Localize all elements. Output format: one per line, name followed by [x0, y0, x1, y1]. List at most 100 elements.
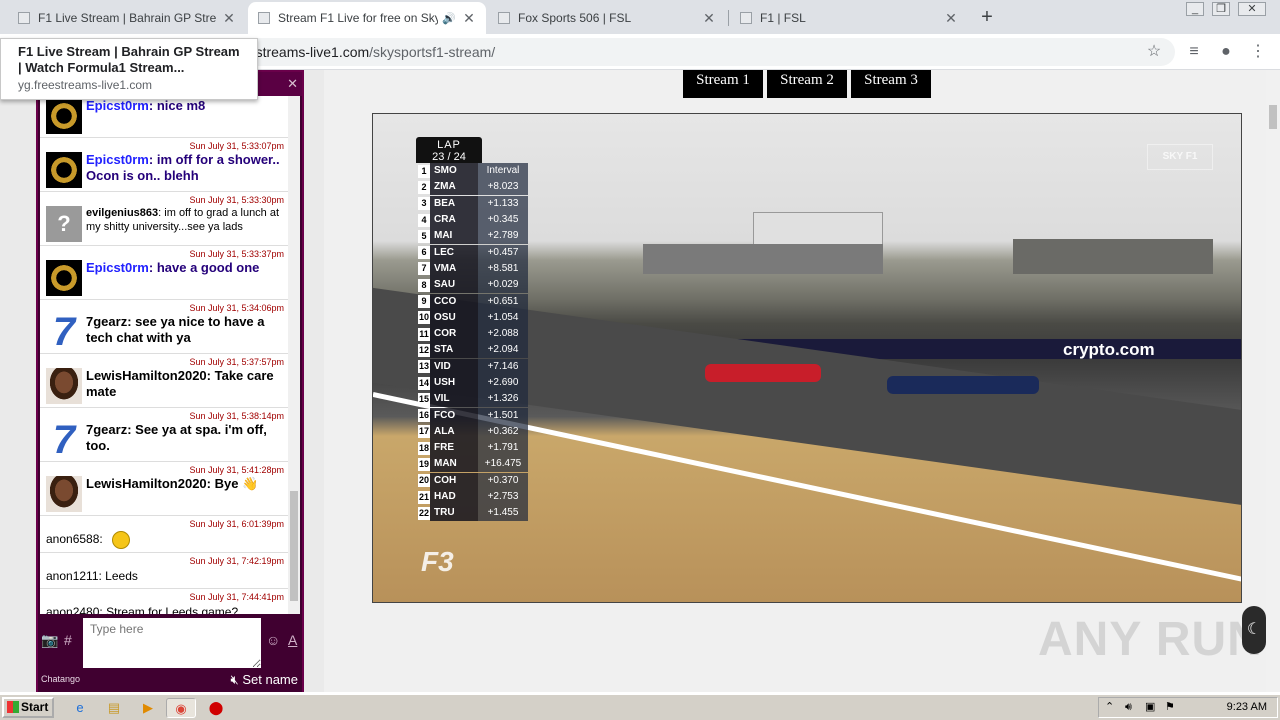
close-window-button[interactable]: ✕ [1238, 2, 1266, 16]
browser-tab-3[interactable]: Fox Sports 506 | FSL ✕ [488, 2, 726, 34]
avatar[interactable] [46, 98, 82, 134]
chat-message-input[interactable] [83, 618, 261, 668]
avatar[interactable] [46, 476, 82, 512]
standings-row: 2 ZMA +8.023 [416, 179, 531, 196]
stream-2-button[interactable]: Stream 2 [767, 70, 847, 98]
standings-gap: +0.651 [478, 293, 528, 310]
message-username[interactable]: anon1211 [46, 569, 99, 583]
mute-icon[interactable]: 🔇︎ [231, 672, 239, 687]
file-explorer-icon[interactable]: ▤ [102, 698, 126, 718]
close-tab-icon[interactable]: ✕ [462, 10, 476, 27]
avatar[interactable]: 7 [46, 420, 82, 460]
audio-playing-icon[interactable]: 🔊 [442, 12, 456, 25]
avatar[interactable] [46, 260, 82, 296]
chat-scrollbar[interactable] [288, 96, 300, 614]
chatango-brand[interactable]: Chatango [41, 674, 80, 684]
standings-driver: LEC [430, 244, 464, 261]
race-car-red [705, 364, 821, 382]
video-player[interactable]: crypto.com SKY F1 LAP 23 / 24 1 SMO Interv… [372, 113, 1242, 603]
message-username[interactable]: 7gearz [86, 314, 127, 329]
camera-icon[interactable]: 📷 [41, 632, 58, 649]
standings-driver: SAU [430, 277, 464, 294]
message-username[interactable]: anon6588 [46, 532, 99, 546]
scrollbar-thumb[interactable] [1269, 105, 1277, 129]
flag-icon[interactable]: ⚑ [1165, 698, 1175, 717]
message-username[interactable]: evilgenius863 [86, 207, 158, 219]
team-logo-icon [464, 423, 478, 440]
scrollbar-thumb[interactable] [290, 491, 298, 601]
volume-icon[interactable]: 🔊︎ [1125, 698, 1132, 717]
close-tab-icon[interactable]: ✕ [222, 10, 236, 27]
set-name-button[interactable]: 🔇︎ Set name [231, 672, 298, 688]
standings-gap: +8.581 [478, 260, 528, 277]
media-control-icon[interactable]: ≡ [1184, 42, 1204, 62]
timing-tower: LAP 23 / 24 1 SMO Interval 2 ZMA +8.023 3 BEA +1… [416, 137, 531, 522]
browser-tab-1[interactable]: F1 Live Stream | Bahrain GP Stream | ✕ [8, 2, 246, 34]
emoji-icon[interactable]: ☺ [266, 632, 280, 648]
message-timestamp: Sun July 31, 5:34:06pm [189, 303, 284, 313]
maximize-window-button[interactable]: ❐ [1212, 2, 1230, 16]
message-username[interactable]: Epicst0rm [86, 260, 149, 275]
standings-gap: +0.345 [478, 212, 528, 229]
standings-list: 1 SMO Interval 2 ZMA +8.023 3 BEA +1.133 4 CRA +0.3… [416, 163, 531, 522]
message-row: anon6588: [46, 530, 284, 549]
dark-mode-toggle[interactable]: ☾ [1242, 606, 1266, 654]
profile-avatar-icon[interactable]: ● [1216, 42, 1236, 62]
username-separator: : [127, 314, 136, 329]
team-logo-icon [464, 391, 478, 408]
close-icon[interactable]: ✕ [287, 76, 298, 92]
message-row: 7 7gearz: see ya nice to have a tech chat… [46, 312, 284, 352]
tray-expand-icon[interactable]: ⌃ [1105, 698, 1114, 717]
message-username[interactable]: anon2480 [46, 605, 99, 614]
username-separator: : [206, 368, 215, 383]
standings-row: 15 VIL +1.326 [416, 391, 531, 408]
chrome-taskbar-button[interactable]: ◉ [166, 698, 196, 718]
avatar[interactable] [46, 368, 82, 404]
browser-tab-2[interactable]: Stream F1 Live for free on Sky S 🔊 ✕ [248, 2, 486, 34]
security-app-icon[interactable]: ⬤ [204, 698, 228, 718]
standings-driver: COR [430, 326, 464, 343]
standings-row: 3 BEA +1.133 [416, 195, 531, 212]
standings-position: 2 [418, 180, 430, 194]
close-tab-icon[interactable]: ✕ [702, 10, 716, 27]
address-bar[interactable]: eestreams-live1.com/skysportsf1-stream/ [200, 38, 1175, 66]
team-logo-icon [464, 195, 478, 212]
hashtag-icon[interactable]: # [64, 632, 72, 648]
page-scrollbar[interactable] [1266, 70, 1280, 692]
avatar[interactable]: 7 [46, 312, 82, 352]
tab-separator [728, 10, 729, 26]
avatar[interactable] [46, 152, 82, 188]
lap-value: 23 / 24 [432, 151, 466, 163]
message-username[interactable]: LewisHamilton2020 [86, 476, 207, 491]
close-tab-icon[interactable]: ✕ [944, 10, 958, 27]
network-icon[interactable]: ▣ [1145, 698, 1155, 717]
start-label: Start [21, 700, 49, 714]
internet-explorer-icon[interactable]: e [68, 698, 92, 718]
stream-3-button[interactable]: Stream 3 [851, 70, 931, 98]
chatango-chat-widget: ✕ Epicst0rm: nice m8 Sun July 31, 5:33:07… [36, 70, 304, 692]
team-logo-icon [464, 212, 478, 229]
clock[interactable]: 9:23 AM [1227, 698, 1267, 717]
stream-1-button[interactable]: Stream 1 [683, 70, 763, 98]
avatar[interactable]: ? [46, 206, 82, 242]
username-separator: : [148, 98, 157, 113]
start-button[interactable]: Start [2, 697, 54, 718]
grandstand [643, 244, 883, 274]
message-timestamp: Sun July 31, 6:01:39pm [189, 519, 284, 529]
browser-tab-4[interactable]: F1 | FSL ✕ [730, 2, 968, 34]
message-username[interactable]: Epicst0rm [86, 98, 149, 113]
new-tab-button[interactable]: + [976, 6, 998, 28]
standings-position: 6 [418, 246, 430, 260]
hover-card-url: yg.freestreams-live1.com [18, 78, 153, 92]
message-username[interactable]: Epicst0rm [86, 152, 149, 167]
media-player-icon[interactable]: ▶ [136, 698, 160, 718]
standings-driver: COH [430, 472, 464, 489]
bookmark-star-icon[interactable]: ☆ [1144, 42, 1164, 62]
text-format-icon[interactable]: A [288, 632, 297, 648]
browser-menu-icon[interactable]: ⋮ [1248, 42, 1268, 62]
message-username[interactable]: LewisHamilton2020 [86, 368, 207, 383]
minimize-window-button[interactable]: _ [1186, 2, 1204, 16]
message-body: Epicst0rm: nice m8 [86, 98, 205, 134]
team-logo-icon [464, 407, 478, 424]
message-username[interactable]: 7gearz [86, 422, 127, 437]
